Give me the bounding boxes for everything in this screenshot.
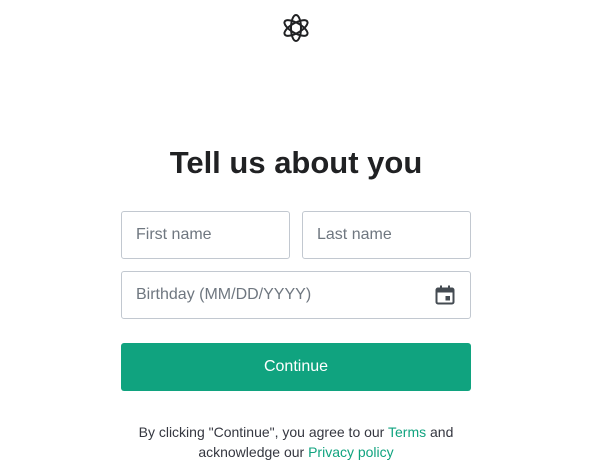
privacy-policy-link[interactable]: Privacy policy (308, 444, 394, 460)
last-name-input[interactable] (303, 212, 470, 258)
legal-notice: By clicking "Continue", you agree to our… (96, 422, 496, 462)
birthday-field[interactable] (121, 271, 471, 319)
legal-prefix-text: By clicking "Continue", you agree to our (138, 424, 385, 440)
birthday-input[interactable] (122, 272, 470, 318)
first-name-input[interactable] (122, 212, 289, 258)
calendar-icon[interactable] (435, 285, 455, 305)
first-name-field[interactable] (121, 211, 290, 259)
signup-page: Tell us about you Continue By clicking "… (0, 0, 614, 470)
continue-button[interactable]: Continue (121, 343, 471, 391)
openai-logo-icon (283, 14, 309, 42)
terms-link[interactable]: Terms (388, 424, 426, 440)
page-title: Tell us about you (169, 145, 423, 180)
last-name-field[interactable] (302, 211, 471, 259)
